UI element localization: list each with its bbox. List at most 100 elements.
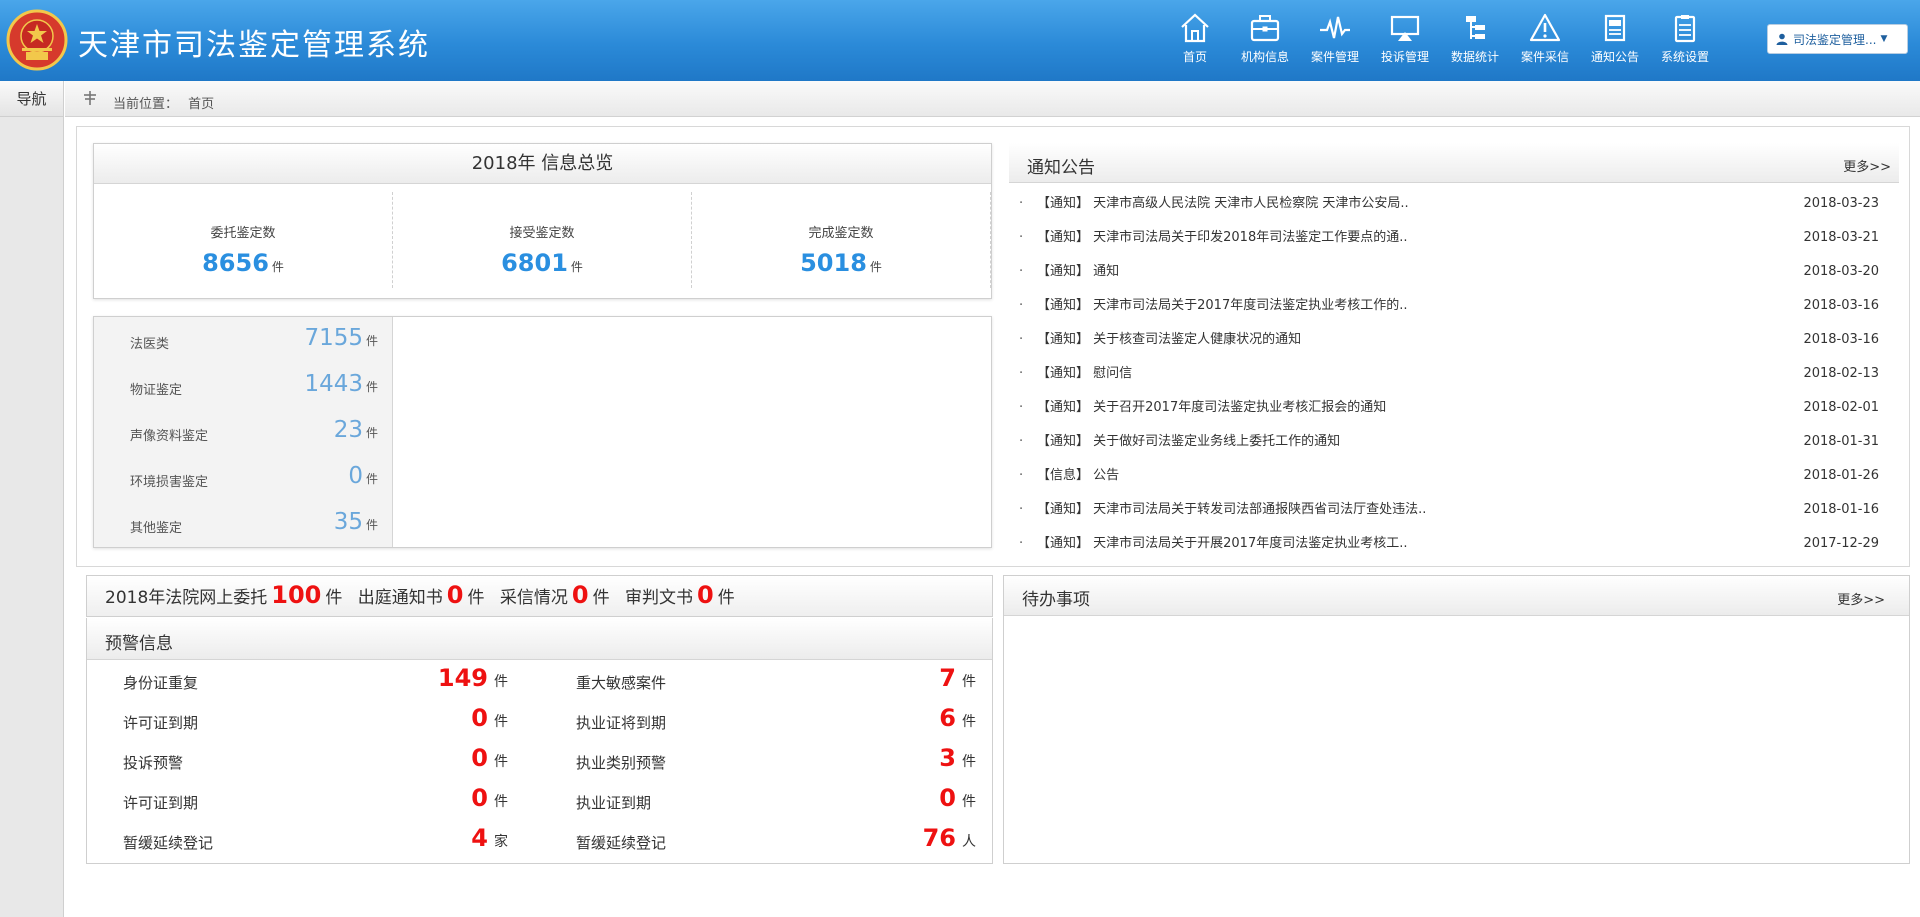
nav-complaint-management[interactable]: 投诉管理 <box>1370 10 1440 72</box>
warning-value[interactable]: 149 <box>438 664 488 692</box>
bullet-icon: · <box>1019 332 1024 347</box>
warning-value[interactable]: 0 <box>471 704 488 732</box>
bullet-icon: · <box>1019 366 1024 381</box>
signpost-icon <box>84 91 96 105</box>
bullet-icon: · <box>1019 196 1024 211</box>
breadcrumb-current[interactable]: 首页 <box>188 97 214 112</box>
nav-settings[interactable]: 系统设置 <box>1650 10 1720 72</box>
notice-date: 2018-03-16 <box>1803 332 1879 347</box>
category-list: 法医类 7155 件 物证鉴定 1443 件 声像资料鉴定 23 件 环境损害鉴定 0… <box>94 317 393 547</box>
notice-item[interactable]: · 【信息】 公告 2018-01-26 <box>1009 459 1899 493</box>
notice-text[interactable]: 【通知】 关于核查司法鉴定人健康状况的通知 <box>1037 323 1301 357</box>
notices-more-link[interactable]: 更多>> <box>1843 156 1891 175</box>
notice-item[interactable]: · 【通知】 慰问信 2018-02-13 <box>1009 357 1899 391</box>
notice-text[interactable]: 【信息】 公告 <box>1037 459 1119 493</box>
notice-item[interactable]: · 【通知】 天津市司法局关于开展2017年度司法鉴定执业考核工.. 2017-12… <box>1009 527 1899 561</box>
nav-case-adoption[interactable]: 案件采信 <box>1510 10 1580 72</box>
warning-row[interactable]: 重大敏感案件 7件 <box>576 662 976 702</box>
warning-label: 执业证到期 <box>576 794 652 812</box>
bullet-icon: · <box>1019 434 1024 449</box>
notice-date: 2018-03-23 <box>1803 196 1879 211</box>
warning-value[interactable]: 4 <box>471 824 488 852</box>
warning-unit: 件 <box>494 794 508 810</box>
category-row[interactable]: 物证鉴定 1443 件 <box>94 363 392 409</box>
nav-home[interactable]: 首页 <box>1160 10 1230 72</box>
main-nav: 首页 机构信息 案件管理 投诉管理 数据统计 案件采信 通知公告 系统设置 <box>1160 10 1720 72</box>
category-value: 1443 <box>304 371 363 397</box>
stat-label: 完成鉴定数 <box>808 226 874 241</box>
notice-text[interactable]: 【通知】 天津市司法局关于开展2017年度司法鉴定执业考核工.. <box>1037 527 1407 561</box>
notice-text[interactable]: 【通知】 天津市司法局关于2017年度司法鉴定执业考核工作的.. <box>1037 289 1407 323</box>
warning-row[interactable]: 执业证到期 0件 <box>576 782 976 822</box>
court-unit: 件 <box>717 588 735 608</box>
warning-row[interactable]: 暂缓延续登记 4家 <box>123 822 508 862</box>
warning-row[interactable]: 暂缓延续登记 76 人 <box>576 822 976 862</box>
notice-text[interactable]: 【通知】 天津市司法局关于转发司法部通报陕西省司法厅查处违法.. <box>1037 493 1426 527</box>
notice-item[interactable]: · 【通知】 天津市高级人民法院 天津市人民检察院 天津市公安局.. 2018-03… <box>1009 187 1899 221</box>
notice-item[interactable]: · 【通知】 天津市司法局关于2017年度司法鉴定执业考核工作的.. 2018-03… <box>1009 289 1899 323</box>
notice-item[interactable]: · 【通知】 天津市司法局关于转发司法部通报陕西省司法厅查处违法.. 2018-01… <box>1009 493 1899 527</box>
warning-unit: 件 <box>962 794 976 810</box>
notice-item[interactable]: · 【通知】 关于召开2017年度司法鉴定执业考核汇报会的通知 2018-02-01 <box>1009 391 1899 425</box>
nav-case-management[interactable]: 案件管理 <box>1300 10 1370 72</box>
notice-text[interactable]: 【通知】 天津市高级人民法院 天津市人民检察院 天津市公安局.. <box>1037 187 1409 221</box>
notice-item[interactable]: · 【通知】 关于做好司法鉴定业务线上委托工作的通知 2018-01-31 <box>1009 425 1899 459</box>
notice-text[interactable]: 【通知】 关于召开2017年度司法鉴定执业考核汇报会的通知 <box>1037 391 1386 425</box>
left-nav-title[interactable]: 导航 <box>0 81 63 117</box>
warning-value[interactable]: 0 <box>939 784 956 812</box>
notice-text[interactable]: 【通知】 关于做好司法鉴定业务线上委托工作的通知 <box>1037 425 1340 459</box>
user-menu[interactable]: 司法鉴定管理... ▼ <box>1767 24 1908 54</box>
notice-item[interactable]: · 【通知】 通知 2018-03-20 <box>1009 255 1899 289</box>
warning-value[interactable]: 0 <box>471 784 488 812</box>
bullet-icon: · <box>1019 536 1024 551</box>
todo-more-link[interactable]: 更多>> <box>1837 589 1885 608</box>
breadcrumb: 当前位置： 首页 <box>65 81 1920 117</box>
court-judgment-count[interactable]: 0 <box>697 581 714 609</box>
category-name: 物证鉴定 <box>130 383 183 398</box>
court-notice-label: 出庭通知书 <box>357 588 443 608</box>
notice-text[interactable]: 【通知】 慰问信 <box>1037 357 1132 391</box>
top-header: 天津市司法鉴定管理系统 首页 机构信息 案件管理 投诉管理 数据统计 案件采信 … <box>0 0 1920 81</box>
category-row[interactable]: 其他鉴定 35 件 <box>94 501 392 547</box>
left-nav-panel: 导航 <box>0 81 64 917</box>
warning-row[interactable]: 许可证到期 0件 <box>123 702 508 742</box>
notice-item[interactable]: · 【通知】 关于核查司法鉴定人健康状况的通知 2018-03-16 <box>1009 323 1899 357</box>
nav-label: 系统设置 <box>1660 50 1709 64</box>
warning-value[interactable]: 0 <box>471 744 488 772</box>
category-row[interactable]: 声像资料鉴定 23 件 <box>94 409 392 455</box>
warning-label: 投诉预警 <box>123 754 184 772</box>
warning-label: 身份证重复 <box>123 674 199 692</box>
warning-row[interactable]: 投诉预警 0件 <box>123 742 508 782</box>
notice-text[interactable]: 【通知】 通知 <box>1037 255 1119 289</box>
warning-icon <box>1529 13 1561 42</box>
stat-value: 6801 <box>501 249 568 277</box>
nav-institution[interactable]: 机构信息 <box>1230 10 1300 72</box>
court-entrust-count[interactable]: 100 <box>271 581 321 609</box>
warning-value[interactable]: 3 <box>939 744 956 772</box>
warning-unit: 件 <box>494 754 508 770</box>
warning-value[interactable]: 76 <box>923 824 956 852</box>
court-unit: 件 <box>592 588 610 608</box>
stat-unit: 件 <box>869 260 882 274</box>
warning-row[interactable]: 执业类别预警 3件 <box>576 742 976 782</box>
bullet-icon: · <box>1019 298 1024 313</box>
court-adopt-count[interactable]: 0 <box>572 581 589 609</box>
notice-date: 2018-02-13 <box>1803 366 1879 381</box>
category-unit: 件 <box>365 426 378 440</box>
court-notice-count[interactable]: 0 <box>447 581 464 609</box>
warning-value[interactable]: 6 <box>939 704 956 732</box>
national-emblem-icon <box>6 9 68 71</box>
nav-statistics[interactable]: 数据统计 <box>1440 10 1510 72</box>
warning-row[interactable]: 执业证将到期 6件 <box>576 702 976 742</box>
notice-text[interactable]: 【通知】 天津市司法局关于印发2018年司法鉴定工作要点的通.. <box>1037 221 1407 255</box>
warning-value[interactable]: 7 <box>939 664 956 692</box>
stat-value: 8656 <box>202 249 269 277</box>
category-row[interactable]: 环境损害鉴定 0件 <box>94 455 392 501</box>
category-row[interactable]: 法医类 7155 件 <box>94 317 392 363</box>
warning-label: 执业证将到期 <box>576 714 667 732</box>
nav-notices[interactable]: 通知公告 <box>1580 10 1650 72</box>
warning-row[interactable]: 身份证重复 149 件 <box>123 662 508 702</box>
overview-stat: 委托鉴定数 8656 件 <box>94 192 393 288</box>
warning-row[interactable]: 许可证到期 0件 <box>123 782 508 822</box>
notice-item[interactable]: · 【通知】 天津市司法局关于印发2018年司法鉴定工作要点的通.. 2018-03… <box>1009 221 1899 255</box>
